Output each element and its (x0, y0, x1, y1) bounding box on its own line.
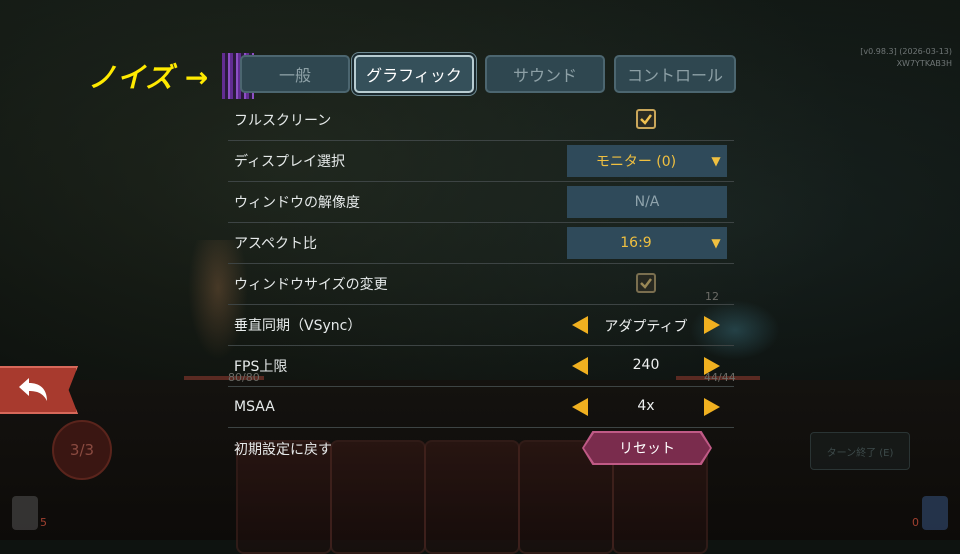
draw-pile-count: 5 (40, 516, 47, 529)
setting-row-fps: FPS上限 240 (228, 346, 734, 387)
msaa-prev-button[interactable] (572, 398, 588, 416)
version-info: [v0.98.3] (2026-03-13) XW7YTKAB3H (860, 46, 952, 70)
fullscreen-label: フルスクリーン (234, 113, 332, 129)
fps-value: 240 (632, 357, 660, 373)
setting-row-aspect: アスペクト比 16:9 ▼ (228, 223, 734, 264)
reset-button-label: リセット (619, 441, 675, 457)
fps-stepper: 240 (568, 354, 724, 380)
resolution-value: N/A (634, 194, 660, 210)
msaa-label: MSAA (234, 399, 275, 415)
build-id: XW7YTKAB3H (896, 59, 952, 68)
end-turn-button[interactable]: ターン終了 (E) (810, 432, 910, 470)
vsync-next-button[interactable] (704, 316, 720, 334)
vsync-prev-button[interactable] (572, 316, 588, 334)
discard-pile[interactable] (922, 496, 948, 530)
end-turn-label: ターン終了 (E) (826, 447, 894, 459)
draw-pile[interactable] (12, 496, 38, 530)
tab-general-label: 一般 (278, 66, 311, 85)
msaa-stepper: 4x (568, 395, 724, 421)
tab-controls[interactable]: コントロール (614, 55, 736, 93)
msaa-value: 4x (637, 398, 655, 414)
setting-row-resolution: ウィンドウの解像度 N/A (228, 182, 734, 223)
aspect-label: アスペクト比 (234, 236, 318, 252)
noise-annotation: ノイズ → (88, 61, 210, 94)
fps-prev-button[interactable] (572, 357, 588, 375)
vsync-value: アダプティブ (604, 319, 688, 335)
setting-row-reset: 初期設定に戻す リセット (228, 428, 734, 469)
fps-label: FPS上限 (234, 359, 288, 375)
vsync-label: 垂直同期（VSync） (234, 318, 362, 334)
aspect-dropdown[interactable]: 16:9 ▼ (567, 227, 727, 259)
discard-pile-count: 0 (912, 516, 919, 529)
setting-row-vsync: 垂直同期（VSync） アダプティブ (228, 305, 734, 346)
msaa-next-button[interactable] (704, 398, 720, 416)
check-icon (640, 278, 652, 289)
reset-button[interactable]: リセット (584, 433, 710, 463)
tab-sound[interactable]: サウンド (485, 55, 605, 93)
display-value: モニター (0) (595, 154, 677, 170)
resizable-label: ウィンドウサイズの変更 (234, 277, 388, 293)
tab-general[interactable]: 一般 (240, 55, 350, 93)
vsync-stepper: アダプティブ (568, 313, 724, 339)
display-label: ディスプレイ選択 (234, 154, 346, 170)
setting-row-fullscreen: フルスクリーン (228, 100, 734, 141)
version-number: [v0.98.3] (2026-03-13) (860, 47, 952, 56)
tab-graphics-label: グラフィック (366, 66, 462, 85)
energy-text: 3/3 (69, 441, 95, 459)
dropdown-arrow-icon: ▼ (711, 154, 721, 168)
back-button[interactable] (0, 366, 78, 414)
energy-counter: 3/3 (52, 420, 112, 480)
dropdown-arrow-icon: ▼ (711, 236, 721, 250)
fps-next-button[interactable] (704, 357, 720, 375)
check-icon (640, 114, 652, 125)
aspect-value: 16:9 (620, 235, 652, 251)
resolution-label: ウィンドウの解像度 (234, 195, 360, 211)
setting-row-display: ディスプレイ選択 モニター (0) ▼ (228, 141, 734, 182)
display-dropdown[interactable]: モニター (0) ▼ (567, 145, 727, 177)
back-arrow-icon (19, 378, 47, 401)
tab-sound-label: サウンド (512, 66, 577, 85)
reset-label: 初期設定に戻す (234, 441, 332, 458)
setting-row-msaa: MSAA 4x (228, 387, 734, 428)
tab-graphics[interactable]: グラフィック (354, 55, 474, 93)
tab-controls-label: コントロール (626, 66, 723, 85)
resizable-checkbox[interactable] (636, 273, 656, 293)
resolution-field: N/A (567, 186, 727, 218)
fullscreen-checkbox[interactable] (636, 109, 656, 129)
setting-row-resizable: ウィンドウサイズの変更 (228, 264, 734, 305)
graphics-settings-panel: フルスクリーン ディスプレイ選択 モニター (0) ▼ ウィンドウの解像度 N/… (228, 100, 734, 469)
